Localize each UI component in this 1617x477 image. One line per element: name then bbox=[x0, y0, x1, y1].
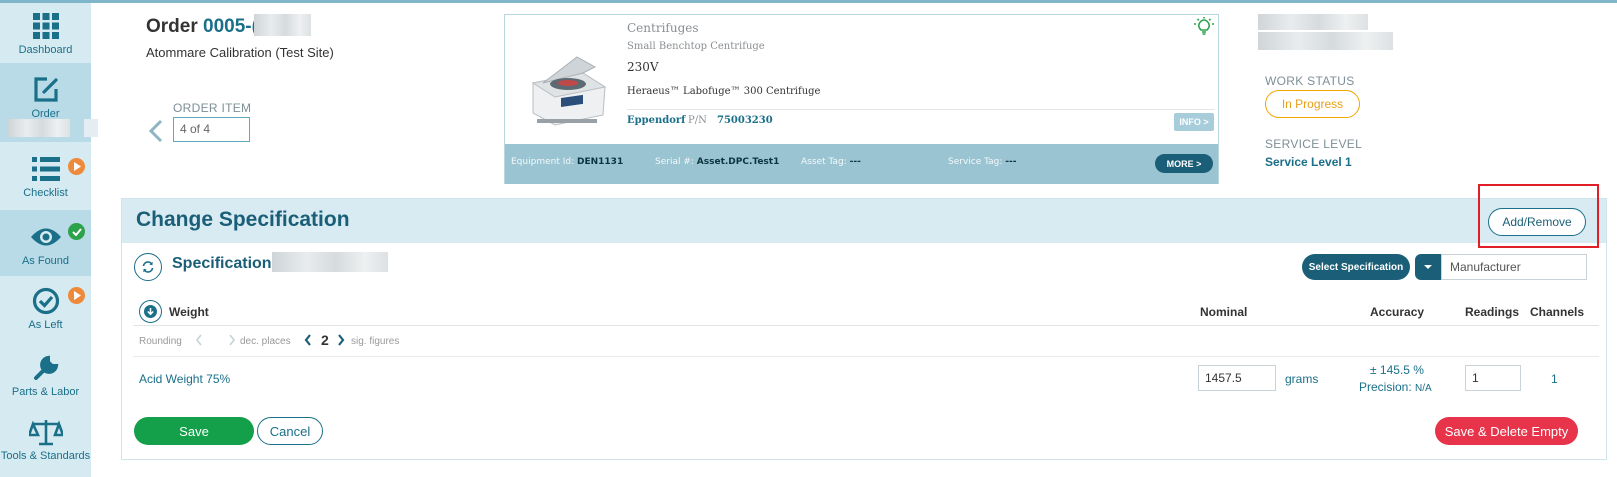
wrench-icon bbox=[29, 353, 63, 383]
caret-down-icon bbox=[1424, 265, 1432, 269]
check-circle-icon bbox=[29, 286, 63, 316]
sidebar-item-parts-labor[interactable]: Parts & Labor bbox=[0, 345, 91, 405]
cancel-button[interactable]: Cancel bbox=[257, 417, 323, 445]
redacted-fragment bbox=[84, 119, 98, 137]
grid-icon bbox=[29, 11, 63, 41]
divider bbox=[133, 356, 1599, 357]
equipment-subcategory: Small Benchtop Centrifuge bbox=[627, 41, 765, 52]
sig-figures-label: sig. figures bbox=[351, 336, 400, 347]
sidebar-item-label: Checklist bbox=[23, 187, 68, 199]
redacted-order-number bbox=[254, 14, 311, 36]
equipment-brand: Eppendorf bbox=[627, 115, 686, 126]
page-title: Order 0005-( bbox=[146, 16, 258, 37]
change-specification-panel: Change Specification bbox=[121, 198, 1607, 460]
part-number-label: P/N bbox=[688, 115, 707, 126]
site-name: Atommare Calibration (Test Site) bbox=[146, 45, 334, 60]
column-header-accuracy: Accuracy bbox=[1370, 305, 1425, 319]
equipment-card: Centrifuges Small Benchtop Centrifuge 23… bbox=[504, 14, 1219, 184]
save-delete-empty-button[interactable]: Save & Delete Empty bbox=[1435, 417, 1578, 445]
redacted-specification-name bbox=[272, 252, 388, 272]
equipment-id: Equipment Id: DEN1131 bbox=[511, 157, 624, 167]
order-item-field[interactable]: 4 of 4 bbox=[173, 117, 250, 142]
sidebar-item-label: Dashboard bbox=[18, 44, 73, 56]
dec-places-increase-icon[interactable] bbox=[227, 333, 237, 347]
readings-field[interactable]: 1 bbox=[1465, 365, 1521, 391]
refresh-icon bbox=[142, 261, 154, 273]
sidebar-item-checklist[interactable]: Checklist bbox=[0, 146, 91, 206]
arrow-down-circle-icon bbox=[144, 305, 157, 318]
eye-icon bbox=[29, 222, 63, 252]
divider bbox=[133, 325, 1599, 326]
top-accent-line bbox=[0, 0, 1617, 3]
nominal-field[interactable]: 1457.5 bbox=[1198, 365, 1276, 391]
filter-dropdown-button[interactable] bbox=[1415, 254, 1441, 280]
more-button[interactable]: MORE > bbox=[1155, 154, 1213, 173]
sidebar-item-label: Tools & Standards bbox=[0, 450, 91, 462]
redacted-customer bbox=[1258, 32, 1393, 50]
column-header-nominal: Nominal bbox=[1200, 305, 1248, 319]
rounding-label: Rounding bbox=[139, 336, 182, 347]
service-level-value: Service Level 1 bbox=[1265, 155, 1352, 169]
scale-icon bbox=[28, 417, 63, 447]
prev-item-chevron-icon[interactable] bbox=[146, 118, 166, 144]
equipment-category: Centrifuges bbox=[627, 21, 699, 35]
serial-number: Serial #: Asset.DPC.Test1 bbox=[655, 157, 780, 167]
unit-label: grams bbox=[1285, 372, 1319, 386]
order-item-label: ORDER ITEM bbox=[173, 101, 252, 115]
part-number: 75003230 bbox=[717, 115, 773, 126]
spec-row-name[interactable]: Acid Weight 75% bbox=[139, 372, 230, 386]
play-badge-icon bbox=[68, 158, 85, 175]
centrifuge-image bbox=[531, 56, 607, 126]
order-number: 0005-( bbox=[203, 16, 258, 37]
service-level-label: SERVICE LEVEL bbox=[1265, 137, 1363, 151]
add-remove-button[interactable]: Add/Remove bbox=[1488, 208, 1586, 236]
sig-figures-increase-icon[interactable] bbox=[336, 333, 346, 347]
accuracy-value: ± 145.5 % bbox=[1370, 363, 1424, 377]
specification-label: Specification bbox=[172, 255, 272, 272]
service-tag: Service Tag: --- bbox=[948, 157, 1017, 167]
redacted-order-number bbox=[8, 119, 70, 137]
manufacturer-field[interactable]: Manufacturer bbox=[1441, 254, 1587, 280]
equipment-voltage: 230V bbox=[627, 60, 659, 74]
sidebar-item-dashboard[interactable]: Dashboard bbox=[0, 11, 91, 63]
sig-figures-value: 2 bbox=[321, 332, 329, 348]
equipment-footer: Equipment Id: DEN1131 Serial #: Asset.DP… bbox=[505, 144, 1218, 184]
sidebar-item-label: As Left bbox=[28, 319, 63, 331]
expand-weight-button[interactable] bbox=[139, 300, 162, 323]
dec-places-label: dec. places bbox=[240, 336, 291, 347]
list-icon bbox=[29, 154, 63, 184]
sidebar-item-label: Parts & Labor bbox=[11, 386, 80, 398]
asset-tag: Asset Tag: --- bbox=[801, 157, 861, 167]
check-badge-icon bbox=[68, 223, 85, 240]
sidebar-item-order[interactable]: Order bbox=[0, 63, 98, 142]
select-specification-button[interactable]: Select Specification bbox=[1302, 254, 1410, 280]
sidebar: Dashboard Order Checklist As Found As Le… bbox=[0, 3, 98, 477]
channels-value: 1 bbox=[1551, 372, 1558, 386]
redacted-customer bbox=[1258, 14, 1368, 30]
work-status-label: WORK STATUS bbox=[1265, 74, 1355, 88]
save-button[interactable]: Save bbox=[134, 417, 254, 445]
panel-title: Change Specification bbox=[136, 208, 350, 231]
panel-header: Change Specification bbox=[122, 199, 1606, 243]
column-header-channels: Channels bbox=[1530, 305, 1585, 319]
sidebar-item-as-found[interactable]: As Found bbox=[0, 210, 91, 276]
sidebar-item-tools-standards[interactable]: Tools & Standards bbox=[0, 409, 91, 469]
refresh-button[interactable] bbox=[134, 253, 162, 281]
status-badge[interactable]: In Progress bbox=[1265, 90, 1360, 118]
column-header-readings: Readings bbox=[1465, 305, 1520, 319]
info-button[interactable]: INFO > bbox=[1174, 113, 1214, 131]
sidebar-item-as-left[interactable]: As Left bbox=[0, 278, 91, 338]
divider bbox=[627, 109, 1215, 110]
dec-places-decrease-icon[interactable] bbox=[194, 333, 204, 347]
equipment-model: Heraeus™ Labofuge™ 300 Centrifuge bbox=[627, 86, 821, 97]
sig-figures-decrease-icon[interactable] bbox=[303, 333, 313, 347]
precision-value: Precision: N/A bbox=[1359, 380, 1432, 394]
edit-icon bbox=[29, 75, 63, 105]
play-badge-icon bbox=[68, 287, 85, 304]
lightbulb-icon[interactable] bbox=[1193, 17, 1215, 37]
sidebar-item-label: As Found bbox=[21, 255, 70, 267]
column-header-weight: Weight bbox=[169, 305, 209, 319]
